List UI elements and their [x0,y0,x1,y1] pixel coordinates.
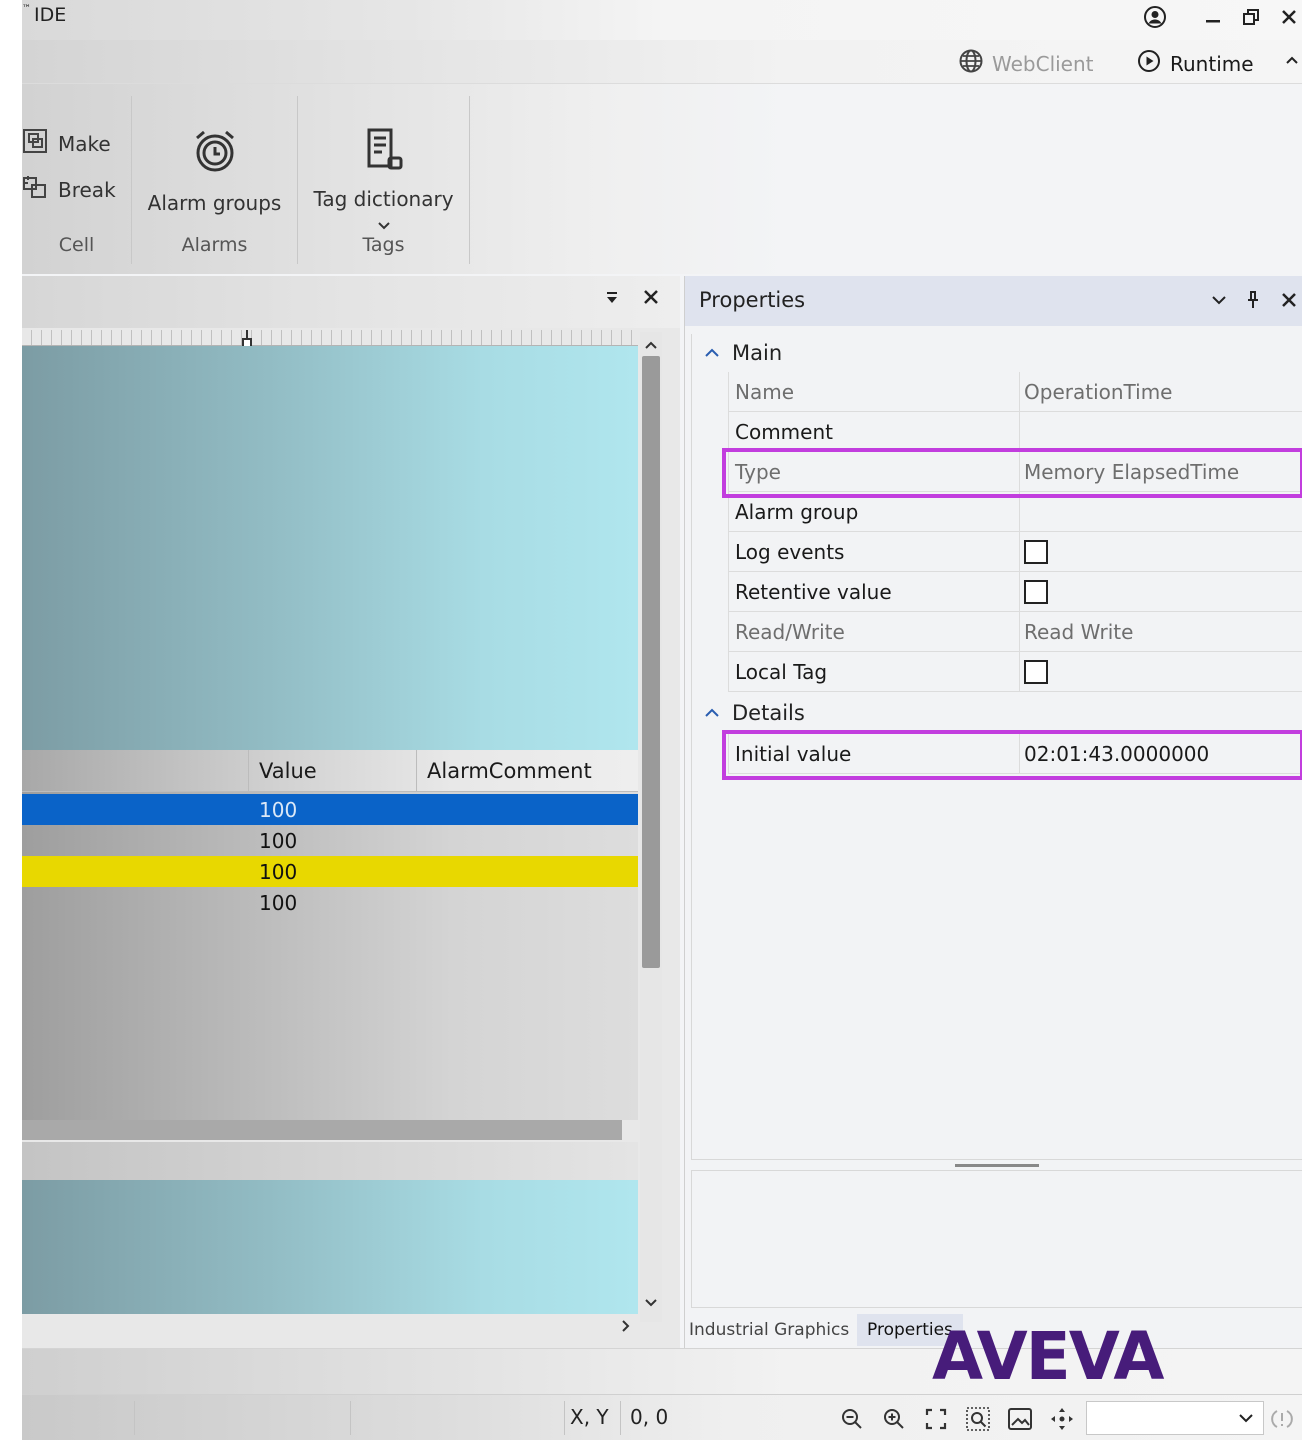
zoom-level-dropdown[interactable] [1086,1401,1264,1435]
property-row-read-write[interactable]: Read/Write Read Write [728,612,1302,652]
table-row[interactable]: 100 [22,856,638,887]
xy-value: 0, 0 [630,1405,669,1429]
initial-value-field[interactable]: 02:01:43.0000000 [1019,734,1302,774]
editor-panel-header [22,276,680,328]
description-area [691,1170,1302,1308]
alarm-groups-button[interactable]: Alarm groups [132,126,297,215]
ide-window: ™ IDE WebClient Runtime Make Break Cell … [22,0,1302,1440]
webclient-button[interactable]: WebClient [958,48,1094,79]
window-title: ™ IDE [22,4,67,26]
design-canvas[interactable] [22,346,638,750]
play-circle-icon [1136,48,1162,79]
break-cell-icon [22,174,48,205]
zoom-in-icon[interactable] [880,1405,908,1433]
property-grid: Main Name OperationTime Comment Type Mem… [691,334,1302,1160]
scrollbar-thumb[interactable] [642,356,660,968]
retentive-value-checkbox[interactable] [1024,580,1048,604]
runtime-button[interactable]: Runtime [1136,48,1254,79]
close-panel-icon[interactable] [642,288,660,310]
secondary-canvas[interactable] [22,1180,638,1314]
panel-splitter[interactable] [955,1164,1039,1167]
tag-dictionary-icon [359,124,409,181]
chevron-up-icon [692,347,732,359]
aveva-logo: AVEVA [932,1318,1164,1395]
horizontal-ruler [22,330,638,348]
properties-title: Properties [699,288,806,312]
property-row-initial-value[interactable]: Initial value 02:01:43.0000000 [728,734,1302,774]
local-tag-checkbox[interactable] [1024,660,1048,684]
scroll-right-icon[interactable] [620,1318,632,1337]
vertical-scrollbar[interactable] [640,332,662,1322]
property-row-log-events[interactable]: Log events [728,532,1302,572]
cell-group-label: Cell [58,234,95,256]
type-value[interactable]: Memory ElapsedTime [1019,452,1302,492]
chevron-up-icon [692,707,732,719]
read-write-value[interactable]: Read Write [1019,612,1302,652]
image-view-icon[interactable] [1006,1405,1034,1433]
ribbon-group-alarms: Alarm groups Alarms [132,96,298,264]
webclient-label: WebClient [992,51,1094,76]
minimize-icon[interactable] [1198,2,1228,32]
table-row[interactable]: 100 [22,825,638,856]
collapse-ribbon-icon[interactable] [1284,52,1300,72]
ribbon-group-tags: Tag dictionary Tags [298,96,470,264]
status-bar: X, Y 0, 0 [22,1394,1302,1440]
panel-menu-icon[interactable] [604,290,620,310]
tab-industrial-graphics[interactable]: Industrial Graphics [679,1314,859,1346]
property-row-type[interactable]: Type Memory ElapsedTime [728,452,1302,492]
restore-icon[interactable] [1236,2,1266,32]
title-bar: ™ IDE [22,0,1302,40]
zoom-selection-icon[interactable] [964,1405,992,1433]
alarm-grid: Value AlarmComment 100 100 100 100 [22,750,638,1120]
pan-icon[interactable] [1048,1405,1076,1433]
property-row-local-tag[interactable]: Local Tag [728,652,1302,692]
zoom-out-icon[interactable] [838,1405,866,1433]
table-row[interactable]: 100 [22,887,638,918]
sync-status-icon[interactable] [1268,1405,1296,1433]
break-cell-button[interactable]: Break [22,174,116,205]
tag-dictionary-button[interactable]: Tag dictionary [298,124,469,237]
scroll-down-icon[interactable] [644,1294,658,1313]
tags-group-label: Tags [362,234,405,256]
xy-label: X, Y [570,1405,609,1429]
ribbon-group-cell: Make Break Cell [22,96,132,264]
globe-icon [958,48,984,79]
chevron-down-icon[interactable] [1207,286,1231,314]
pin-icon[interactable] [1241,286,1265,314]
property-row-retentive-value[interactable]: Retentive value [728,572,1302,612]
scroll-up-icon[interactable] [644,336,658,355]
user-account-icon[interactable] [1140,2,1170,32]
column-header-value[interactable]: Value [248,750,416,792]
column-header-alarm-comment[interactable]: AlarmComment [416,750,638,792]
panel-divider [22,1142,638,1180]
make-cell-icon [22,128,48,159]
editor-panel: Value AlarmComment 100 100 100 100 [22,276,680,1348]
chevron-down-icon [1235,1408,1257,1428]
command-bar: WebClient Runtime [22,40,1302,84]
section-main[interactable]: Main [692,334,782,372]
fit-to-window-icon[interactable] [922,1405,950,1433]
make-cell-button[interactable]: Make [22,128,111,159]
horizontal-scrollbar[interactable] [22,1120,622,1140]
alarms-group-label: Alarms [181,234,248,256]
log-events-checkbox[interactable] [1024,540,1048,564]
section-details[interactable]: Details [692,694,805,732]
property-row-name[interactable]: Name OperationTime [728,372,1302,412]
comment-field[interactable] [1019,412,1302,452]
left-margin [0,0,22,1440]
table-row[interactable]: 100 [22,794,638,825]
name-value[interactable]: OperationTime [1019,372,1302,412]
close-window-icon[interactable] [1274,2,1302,32]
runtime-label: Runtime [1170,51,1254,76]
alarm-clock-icon [190,126,240,181]
grid-header: Value AlarmComment [22,750,638,792]
alarm-group-field[interactable] [1019,492,1302,532]
close-panel-icon[interactable] [1277,286,1301,314]
ribbon: Make Break Cell Alarm groups Alarms Tag … [22,84,1302,274]
properties-header: Properties [685,276,1302,326]
property-row-alarm-group[interactable]: Alarm group [728,492,1302,532]
properties-panel: Properties Main Name OperationTime Comme… [684,276,1302,1348]
property-row-comment[interactable]: Comment [728,412,1302,452]
